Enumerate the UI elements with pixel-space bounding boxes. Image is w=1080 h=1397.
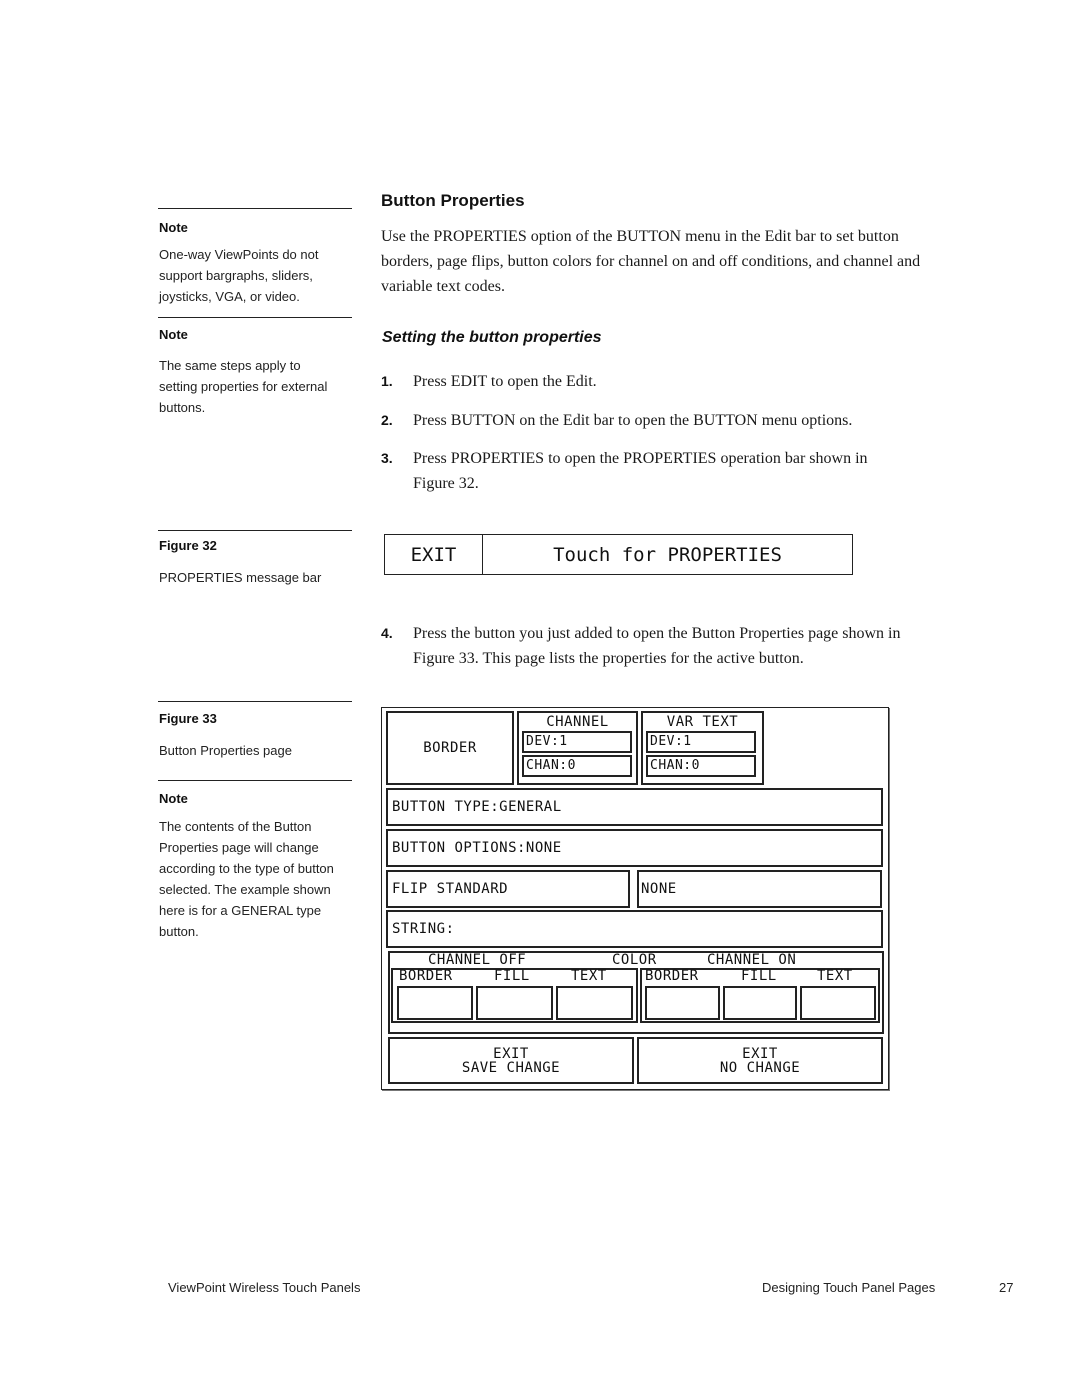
paragraph-line: Use the PROPERTIES option of the BUTTON …: [381, 228, 899, 245]
channel-on-group: BORDER FILL TEXT: [640, 968, 880, 1023]
section-title: Button Properties: [381, 191, 525, 210]
divider: [158, 701, 352, 702]
exit-button[interactable]: EXIT: [385, 535, 483, 574]
step-text: Figure 32.: [413, 475, 479, 492]
flip-target-label: NONE: [641, 881, 677, 897]
note-text: The same steps apply to setting properti…: [159, 355, 355, 418]
note-line: The contents of the Button: [159, 819, 312, 834]
touch-for-properties-message[interactable]: Touch for PROPERTIES: [483, 535, 852, 574]
button-type-button[interactable]: BUTTON TYPE:GENERAL: [386, 788, 883, 826]
footer-book-title: ViewPoint Wireless Touch Panels: [168, 1280, 361, 1295]
figure-heading: Figure 32: [159, 538, 217, 553]
properties-message-bar: EXIT Touch for PROPERTIES: [384, 534, 853, 575]
exit-save-change-button[interactable]: EXIT SAVE CHANGE: [388, 1037, 634, 1084]
flip-standard-label: FLIP STANDARD: [392, 881, 509, 897]
note-line: buttons.: [159, 400, 206, 415]
paragraph-line: borders, page flips, button colors for c…: [381, 253, 921, 270]
button-properties-page: BORDER CHANNEL DEV:1 CHAN:0 VAR TEXT DEV…: [381, 707, 889, 1090]
note-heading: Note: [159, 327, 188, 342]
off-fill-label: FILL: [494, 968, 530, 984]
channel-dev-field[interactable]: DEV:1: [522, 731, 632, 753]
note-text: The contents of the Button Properties pa…: [159, 816, 355, 942]
divider: [158, 317, 352, 318]
exit-no-change-button[interactable]: EXIT NO CHANGE: [637, 1037, 883, 1084]
note-line: support bargraphs, sliders,: [159, 268, 313, 283]
button-options-button[interactable]: BUTTON OPTIONS:NONE: [386, 829, 883, 867]
off-border-label: BORDER: [399, 968, 453, 984]
divider: [158, 208, 352, 209]
note-line: joysticks, VGA, or video.: [159, 289, 300, 304]
divider: [158, 530, 352, 531]
channel-on-title: CHANNEL ON: [707, 952, 797, 968]
figure-heading: Figure 33: [159, 711, 217, 726]
note-line: here is for a GENERAL type: [159, 903, 322, 918]
note-line: The same steps apply to: [159, 358, 301, 373]
step-text: Press EDIT to open the Edit.: [413, 373, 597, 390]
on-text-swatch[interactable]: [800, 986, 876, 1020]
var-text-title: VAR TEXT: [666, 714, 739, 730]
flip-standard-button[interactable]: FLIP STANDARD: [386, 870, 630, 908]
footer-chapter-title: Designing Touch Panel Pages: [762, 1280, 936, 1295]
step-number: 3.: [381, 450, 393, 466]
note-line: selected. The example shown: [159, 882, 331, 897]
string-button[interactable]: STRING:: [386, 910, 883, 948]
note-heading: Note: [159, 220, 188, 235]
color-title: COLOR: [612, 952, 657, 968]
off-text-swatch[interactable]: [556, 986, 633, 1020]
exit-save-line2: SAVE CHANGE: [461, 1059, 561, 1076]
on-border-label: BORDER: [645, 968, 699, 984]
channel-off-title: CHANNEL OFF: [428, 952, 527, 968]
channel-title: CHANNEL: [546, 714, 609, 730]
on-fill-label: FILL: [741, 968, 777, 984]
step-text: Press BUTTON on the Edit bar to open the…: [413, 412, 853, 429]
page-number: 27: [999, 1280, 1014, 1295]
paragraph-line: variable text codes.: [381, 278, 505, 295]
exit-save-line1: EXIT: [493, 1045, 529, 1062]
off-text-label: TEXT: [571, 968, 607, 984]
step-number: 2.: [381, 412, 393, 428]
step-number: 1.: [381, 373, 393, 389]
channel-group: CHANNEL DEV:1 CHAN:0: [517, 711, 638, 785]
off-border-swatch[interactable]: [397, 986, 473, 1020]
figure-caption: PROPERTIES message bar: [159, 570, 322, 585]
flip-target-button[interactable]: NONE: [637, 870, 882, 908]
note-line: Properties page will change: [159, 840, 319, 855]
button-type-label: BUTTON TYPE:GENERAL: [392, 799, 562, 815]
string-label: STRING:: [392, 921, 455, 937]
border-button-label: BORDER: [423, 740, 477, 756]
note-line: One-way ViewPoints do not: [159, 247, 319, 262]
channel-off-group: BORDER FILL TEXT: [391, 968, 638, 1023]
step-text: Figure 33. This page lists the propertie…: [413, 650, 804, 667]
border-button[interactable]: BORDER: [386, 711, 514, 785]
note-line: according to the type of button: [159, 861, 334, 876]
intro-paragraph: Use the PROPERTIES option of the BUTTON …: [381, 224, 1021, 299]
note-heading: Note: [159, 791, 188, 806]
var-text-group: VAR TEXT DEV:1 CHAN:0: [641, 711, 764, 785]
step-text: Press PROPERTIES to open the PROPERTIES …: [413, 450, 868, 467]
var-text-chan-field[interactable]: CHAN:0: [646, 755, 756, 777]
subsection-title: Setting the button properties: [382, 329, 602, 346]
off-fill-swatch[interactable]: [476, 986, 553, 1020]
exit-nochange-line1: EXIT: [742, 1045, 778, 1062]
on-text-label: TEXT: [817, 968, 853, 984]
step-text: Press the button you just added to open …: [413, 625, 901, 642]
exit-nochange-line2: NO CHANGE: [719, 1059, 801, 1076]
on-fill-swatch[interactable]: [723, 986, 797, 1020]
channel-chan-field[interactable]: CHAN:0: [522, 755, 632, 777]
note-text: One-way ViewPoints do not support bargra…: [159, 244, 355, 307]
divider: [158, 780, 352, 781]
color-section: CHANNEL OFF COLOR CHANNEL ON BORDER FILL…: [388, 951, 884, 1034]
button-options-label: BUTTON OPTIONS:NONE: [392, 840, 562, 856]
note-line: setting properties for external: [159, 379, 328, 394]
on-border-swatch[interactable]: [645, 986, 720, 1020]
var-text-dev-field[interactable]: DEV:1: [646, 731, 756, 753]
note-line: button.: [159, 924, 199, 939]
figure-caption: Button Properties page: [159, 743, 292, 758]
step-number: 4.: [381, 625, 393, 641]
